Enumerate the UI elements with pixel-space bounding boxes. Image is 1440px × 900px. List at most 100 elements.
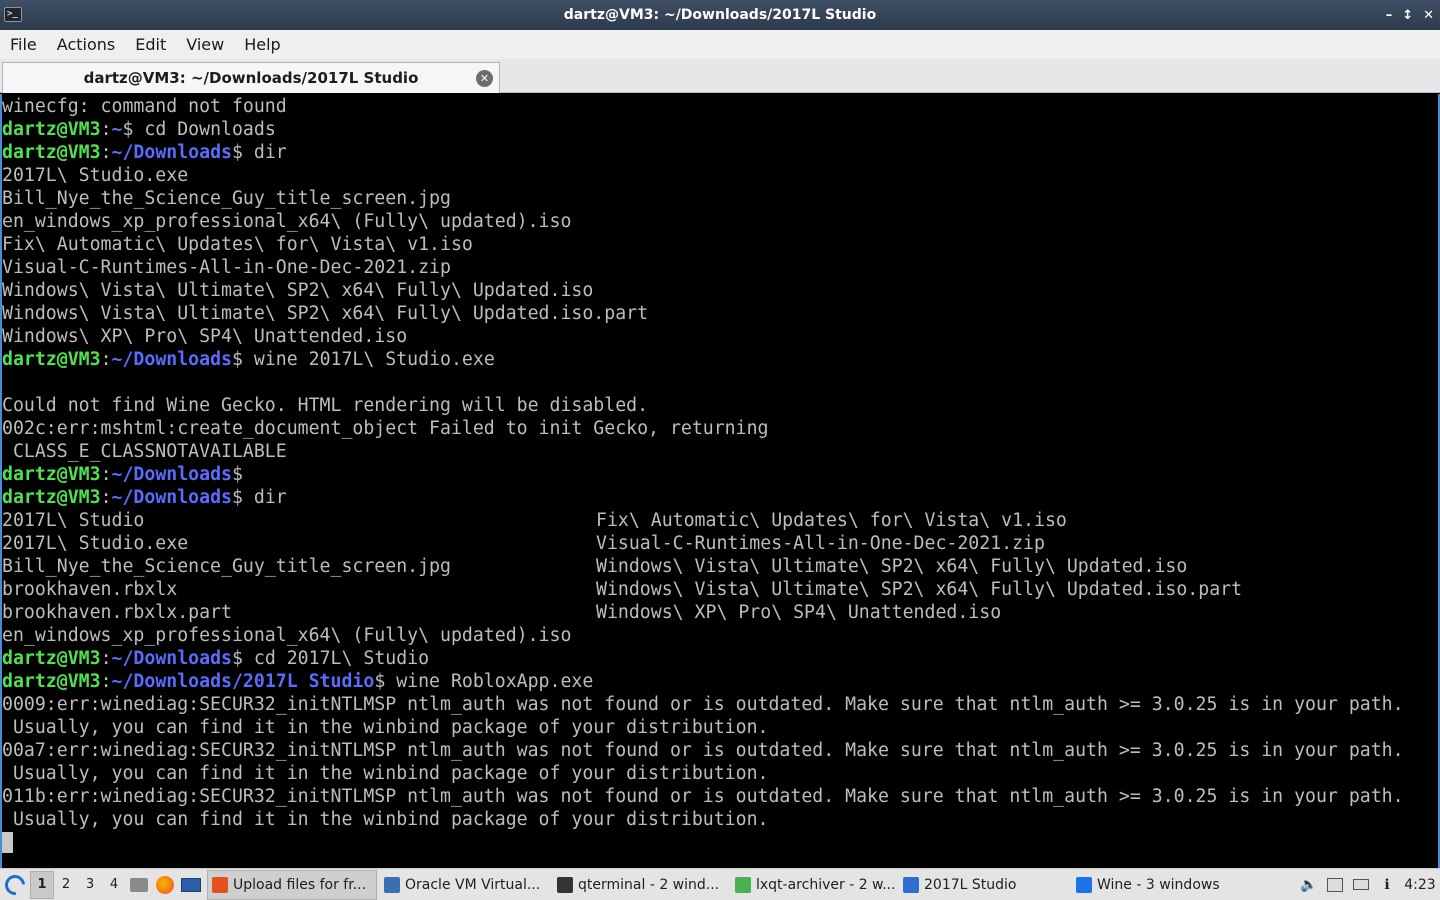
- maximize-button[interactable]: ↕: [1402, 8, 1413, 23]
- terminal-line: en_windows_xp_professional_x64\ (Fully\ …: [2, 625, 572, 646]
- terminal-line: dartz@VM3:~/Downloads$ dir: [2, 141, 1438, 164]
- desktop-switch-4[interactable]: 4: [102, 871, 126, 899]
- tab-close-icon[interactable]: ✕: [476, 70, 493, 87]
- quicklaunch-file-manager[interactable]: [126, 871, 152, 899]
- terminal-cursor: [2, 832, 13, 853]
- quicklaunch-firefox[interactable]: [152, 871, 178, 899]
- taskbar-task-firefox[interactable]: Upload files for fr...: [207, 869, 377, 900]
- taskbar-task-folder[interactable]: 2017L Studio: [899, 870, 1069, 900]
- terminal-line: dartz@VM3:~$ cd Downloads: [2, 118, 1438, 141]
- keyboard-icon[interactable]: [1348, 870, 1374, 900]
- terminal-line: Windows\ Vista\ Ultimate\ SP2\ x64\ Full…: [2, 303, 649, 324]
- terminal-line: 0009:err:winediag:SECUR32_initNTLMSP ntl…: [2, 694, 1404, 715]
- terminal-line: Fix\ Automatic\ Updates\ for\ Vista\ v1.…: [2, 234, 473, 255]
- prompt-user: dartz@VM3: [2, 648, 101, 669]
- prompt-user: dartz@VM3: [2, 464, 101, 485]
- task-label: Upload files for fr...: [233, 876, 367, 893]
- folder-icon: [130, 877, 148, 892]
- task-label: Oracle VM Virtual...: [405, 876, 541, 893]
- menu-help[interactable]: Help: [244, 35, 280, 54]
- dir-entry: Fix\ Automatic\ Updates\ for\ Vista\ v1.…: [596, 510, 1067, 531]
- terminal-line: Visual-C-Runtimes-All-in-One-Dec-2021.zi…: [2, 257, 451, 278]
- task-label: 2017L Studio: [924, 876, 1017, 893]
- terminal-line: Usually, you can find it in the winbind …: [2, 763, 769, 784]
- taskbar-task-archiver[interactable]: lxqt-archiver - 2 w...: [731, 870, 896, 900]
- close-button[interactable]: ✕: [1423, 8, 1434, 23]
- prompt-separator: :: [100, 464, 112, 485]
- window-controls: – ↕ ✕: [1386, 0, 1434, 30]
- prompt-separator: :: [100, 349, 112, 370]
- terminal-line: 2017L\ Studio Fix\ Automatic\ Updates\ fo…: [2, 509, 1438, 532]
- taskbar-task-virtualbox[interactable]: Oracle VM Virtual...: [380, 870, 550, 900]
- quicklaunch-show-desktop[interactable]: [178, 871, 204, 899]
- terminal-line: 00a7:err:winediag:SECUR32_initNTLMSP ntl…: [2, 740, 1404, 761]
- terminal-line: dartz@VM3:~/Downloads/2017L Studio$ wine…: [2, 670, 1438, 693]
- volume-icon[interactable]: 🔈: [1296, 870, 1322, 900]
- prompt-command: $ cd 2017L\ Studio: [231, 648, 430, 669]
- prompt-user: dartz@VM3: [2, 487, 101, 508]
- dir-entry: 2017L\ Studio: [2, 510, 145, 531]
- task-label: Wine - 3 windows: [1097, 876, 1220, 893]
- show-desktop-icon: [181, 877, 201, 892]
- clipboard-icon[interactable]: [1322, 870, 1348, 900]
- taskbar-task-wine[interactable]: Wine - 3 windows: [1072, 870, 1237, 900]
- terminal-line: en_windows_xp_professional_x64\ (Fully\ …: [2, 211, 572, 232]
- terminal-line: dartz@VM3:~/Downloads$ wine 2017L\ Studi…: [2, 348, 1438, 371]
- taskbar-task-terminal[interactable]: qterminal - 2 wind...: [553, 870, 728, 900]
- menu-view[interactable]: View: [186, 35, 224, 54]
- system-tray: 🔈 ℹ 4:23: [1296, 869, 1440, 900]
- terminal-line: Usually, you can find it in the winbind …: [2, 809, 769, 830]
- taskbar: 1 2 3 4 Upload files for fr... Oracle VM …: [0, 868, 1440, 900]
- prompt-separator: :: [100, 671, 112, 692]
- menu-edit[interactable]: Edit: [135, 35, 166, 54]
- prompt-path: ~/Downloads: [111, 464, 232, 485]
- terminal-line: Could not find Wine Gecko. HTML renderin…: [2, 395, 649, 416]
- terminal-tab[interactable]: dartz@VM3: ~/Downloads/2017L Studio ✕: [2, 62, 500, 93]
- dir-entry: Bill_Nye_the_Science_Guy_title_screen.jp…: [2, 556, 451, 577]
- desktop-switch-2[interactable]: 2: [54, 871, 78, 899]
- terminal-line: 011b:err:winediag:SECUR32_initNTLMSP ntl…: [2, 786, 1404, 807]
- terminal-line: Usually, you can find it in the winbind …: [2, 717, 769, 738]
- lxqt-logo-icon: [0, 870, 30, 899]
- dir-entry: Visual-C-Runtimes-All-in-One-Dec-2021.zi…: [596, 533, 1045, 554]
- network-icon[interactable]: ℹ: [1374, 870, 1400, 900]
- terminal-output[interactable]: winecfg: command not found dartz@VM3:~$ c…: [0, 94, 1440, 868]
- wine-icon: [1076, 876, 1092, 893]
- terminal-line: 2017L\ Studio.exe: [2, 165, 189, 186]
- start-menu-button[interactable]: [0, 870, 30, 900]
- tab-bar: dartz@VM3: ~/Downloads/2017L Studio ✕: [0, 59, 1440, 93]
- task-list: Upload files for fr... Oracle VM Virtual.…: [204, 869, 1237, 900]
- dir-entry: brookhaven.rbxlx: [2, 579, 178, 600]
- desktop-switch-3[interactable]: 3: [78, 871, 102, 899]
- menu-file[interactable]: File: [10, 35, 37, 54]
- desktop-switch-1[interactable]: 1: [30, 870, 54, 899]
- terminal-line: brookhaven.rbxlx Windows\ Vista\ Ultimate…: [2, 578, 1438, 601]
- prompt-command: $ wine RobloxApp.exe: [374, 671, 594, 692]
- cursor-line: [2, 831, 1438, 854]
- minimize-button[interactable]: –: [1386, 8, 1393, 23]
- terminal-line: Windows\ Vista\ Ultimate\ SP2\ x64\ Full…: [2, 280, 594, 301]
- terminal-line: Windows\ XP\ Pro\ SP4\ Unattended.iso: [2, 326, 408, 347]
- clock[interactable]: 4:23: [1400, 877, 1440, 893]
- keyboard-icon-shape: [1353, 879, 1369, 890]
- terminal-app-icon[interactable]: >_: [4, 7, 22, 22]
- dir-entry: Windows\ Vista\ Ultimate\ SP2\ x64\ Full…: [596, 556, 1188, 577]
- firefox-icon: [212, 876, 228, 893]
- window-title: dartz@VM3: ~/Downloads/2017L Studio: [563, 7, 877, 23]
- prompt-user: dartz@VM3: [2, 142, 101, 163]
- prompt-command: $ cd Downloads: [122, 119, 276, 140]
- clipboard-icon-shape: [1327, 877, 1343, 892]
- prompt-path: ~/Downloads: [111, 349, 232, 370]
- terminal-line: winecfg: command not found: [2, 96, 287, 117]
- folder-icon: [903, 876, 919, 893]
- terminal-line: Bill_Nye_the_Science_Guy_title_screen.jp…: [2, 188, 451, 209]
- terminal-icon: [557, 876, 573, 893]
- terminal-line: brookhaven.rbxlx.part Windows\ XP\ Pro\ S…: [2, 601, 1438, 624]
- prompt-user: dartz@VM3: [2, 119, 101, 140]
- terminal-line: 002c:err:mshtml:create_document_object F…: [2, 418, 769, 439]
- prompt-path: ~/Downloads: [111, 142, 232, 163]
- firefox-icon: [156, 875, 174, 894]
- menu-actions[interactable]: Actions: [57, 35, 115, 54]
- dir-entry: Windows\ XP\ Pro\ SP4\ Unattended.iso: [596, 602, 1002, 623]
